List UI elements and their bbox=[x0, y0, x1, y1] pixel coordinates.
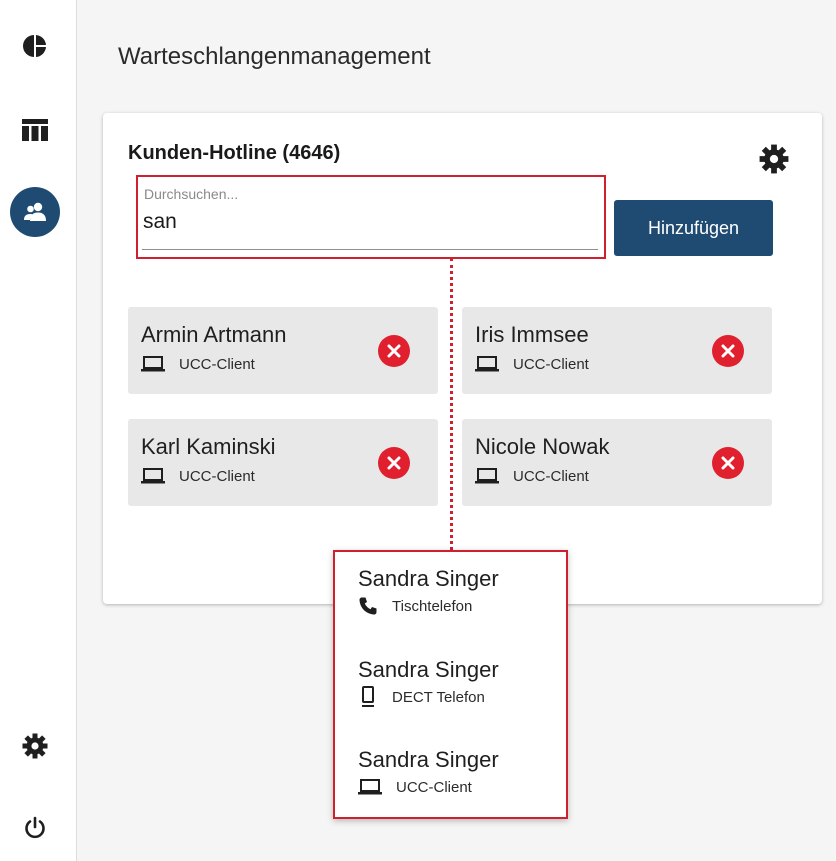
users-icon bbox=[22, 202, 48, 222]
sidebar-item-table[interactable] bbox=[10, 105, 60, 155]
gear-icon bbox=[22, 733, 48, 759]
member-device-label: UCC-Client bbox=[179, 355, 255, 373]
laptop-icon bbox=[475, 468, 499, 484]
suggestion-device: DECT Telefon bbox=[358, 686, 485, 708]
member-device: UCC-Client bbox=[475, 354, 589, 374]
laptop-icon bbox=[358, 779, 382, 795]
sidebar-item-settings[interactable] bbox=[10, 721, 60, 771]
sidebar-item-dashboard[interactable] bbox=[10, 21, 60, 71]
close-icon bbox=[721, 344, 735, 358]
member-device-label: UCC-Client bbox=[179, 467, 255, 485]
queue-card: Kunden-Hotline (4646) Durchsuchen... san… bbox=[103, 113, 822, 604]
remove-member-button[interactable] bbox=[378, 447, 410, 479]
add-button[interactable]: Hinzufügen bbox=[614, 200, 773, 256]
queue-title: Kunden-Hotline (4646) bbox=[128, 142, 341, 164]
table-icon bbox=[22, 119, 48, 141]
suggestion-device-label: Tischtelefon bbox=[392, 597, 473, 615]
queue-settings-button[interactable] bbox=[758, 143, 790, 175]
suggestion-device-label: DECT Telefon bbox=[392, 688, 485, 706]
suggestion-device-label: UCC-Client bbox=[396, 778, 472, 796]
search-label: Durchsuchen... bbox=[144, 186, 239, 202]
member-device: UCC-Client bbox=[141, 466, 255, 486]
member-card: Karl Kaminski UCC-Client bbox=[128, 419, 438, 506]
laptop-icon bbox=[141, 356, 165, 372]
member-name: Armin Artmann bbox=[141, 322, 287, 347]
laptop-icon bbox=[141, 468, 165, 484]
member-name: Karl Kaminski bbox=[141, 434, 276, 459]
suggestion-device: Tischtelefon bbox=[358, 596, 472, 616]
sidebar-item-queues[interactable] bbox=[10, 187, 60, 237]
remove-member-button[interactable] bbox=[712, 447, 744, 479]
search-input[interactable] bbox=[143, 205, 599, 239]
search-field: Durchsuchen... bbox=[136, 175, 606, 259]
power-icon bbox=[23, 816, 47, 840]
member-name: Nicole Nowak bbox=[475, 434, 610, 459]
laptop-icon bbox=[475, 356, 499, 372]
suggestion-item[interactable]: Sandra Singer DECT Telefon bbox=[335, 643, 566, 731]
phone-icon bbox=[358, 596, 378, 616]
page-title: Warteschlangenmanagement bbox=[118, 43, 431, 70]
annotation-connector bbox=[450, 258, 453, 550]
pie-chart-icon bbox=[23, 34, 47, 58]
member-card: Iris Immsee UCC-Client bbox=[462, 307, 772, 394]
sidebar-item-logout[interactable] bbox=[10, 803, 60, 853]
remove-member-button[interactable] bbox=[712, 335, 744, 367]
remove-member-button[interactable] bbox=[378, 335, 410, 367]
suggestion-item[interactable]: Sandra Singer UCC-Client bbox=[335, 733, 566, 821]
member-card: Armin Artmann UCC-Client bbox=[128, 307, 438, 394]
close-icon bbox=[387, 456, 401, 470]
member-name: Iris Immsee bbox=[475, 322, 589, 347]
member-device-label: UCC-Client bbox=[513, 355, 589, 373]
member-device-label: UCC-Client bbox=[513, 467, 589, 485]
suggestion-name: Sandra Singer bbox=[358, 657, 499, 682]
suggestion-device: UCC-Client bbox=[358, 777, 472, 797]
close-icon bbox=[721, 456, 735, 470]
close-icon bbox=[387, 344, 401, 358]
suggestion-name: Sandra Singer bbox=[358, 747, 499, 772]
member-device: UCC-Client bbox=[141, 354, 255, 374]
gear-icon bbox=[759, 144, 789, 174]
search-underline bbox=[142, 249, 598, 250]
member-card: Nicole Nowak UCC-Client bbox=[462, 419, 772, 506]
sidebar bbox=[0, 0, 77, 861]
suggestion-name: Sandra Singer bbox=[358, 566, 499, 591]
member-device: UCC-Client bbox=[475, 466, 589, 486]
mobile-phone-icon bbox=[358, 686, 378, 708]
suggestion-item[interactable]: Sandra Singer Tischtelefon bbox=[335, 552, 566, 640]
suggestion-dropdown: Sandra Singer Tischtelefon Sandra Singer… bbox=[333, 550, 568, 819]
